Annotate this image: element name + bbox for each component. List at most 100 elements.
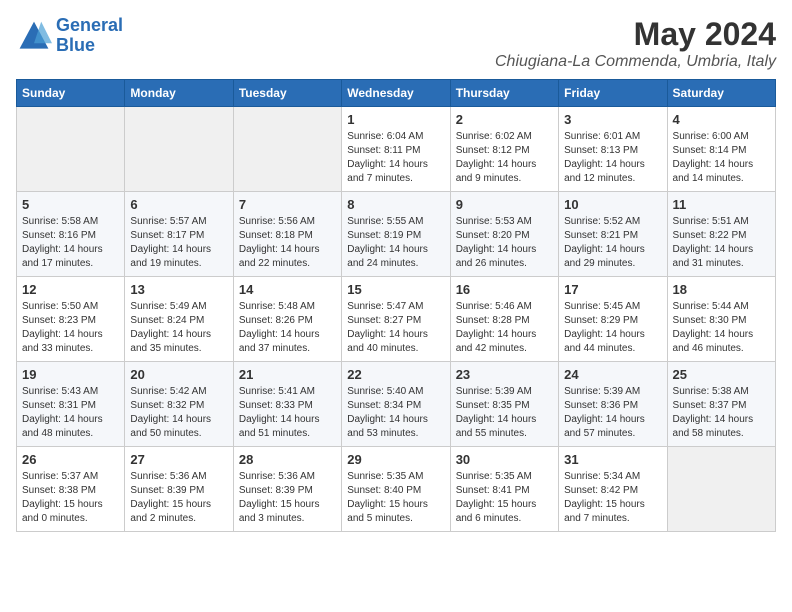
day-info: Sunrise: 5:35 AM Sunset: 8:40 PM Dayligh… <box>347 470 444 526</box>
day-number: 25 <box>673 367 770 382</box>
day-cell: 15 Sunrise: 5:47 AM Sunset: 8:27 PM Dayl… <box>342 277 450 362</box>
day-cell: 1 Sunrise: 6:04 AM Sunset: 8:11 PM Dayli… <box>342 107 450 192</box>
day-info: Sunrise: 5:49 AM Sunset: 8:24 PM Dayligh… <box>130 300 227 356</box>
day-number: 7 <box>239 197 336 212</box>
day-info: Sunrise: 5:48 AM Sunset: 8:26 PM Dayligh… <box>239 300 336 356</box>
logo: General Blue <box>16 16 123 56</box>
day-cell: 5 Sunrise: 5:58 AM Sunset: 8:16 PM Dayli… <box>17 192 125 277</box>
day-number: 18 <box>673 282 770 297</box>
day-info: Sunrise: 5:37 AM Sunset: 8:38 PM Dayligh… <box>22 470 119 526</box>
day-cell: 6 Sunrise: 5:57 AM Sunset: 8:17 PM Dayli… <box>125 192 233 277</box>
day-info: Sunrise: 5:57 AM Sunset: 8:17 PM Dayligh… <box>130 215 227 271</box>
day-cell: 11 Sunrise: 5:51 AM Sunset: 8:22 PM Dayl… <box>667 192 775 277</box>
day-number: 22 <box>347 367 444 382</box>
day-cell: 26 Sunrise: 5:37 AM Sunset: 8:38 PM Dayl… <box>17 447 125 532</box>
day-info: Sunrise: 5:34 AM Sunset: 8:42 PM Dayligh… <box>564 470 661 526</box>
day-number: 29 <box>347 452 444 467</box>
day-cell: 17 Sunrise: 5:45 AM Sunset: 8:29 PM Dayl… <box>559 277 667 362</box>
logo-line2: Blue <box>56 35 95 55</box>
day-number: 30 <box>456 452 553 467</box>
day-number: 12 <box>22 282 119 297</box>
day-info: Sunrise: 5:42 AM Sunset: 8:32 PM Dayligh… <box>130 385 227 441</box>
day-info: Sunrise: 5:55 AM Sunset: 8:19 PM Dayligh… <box>347 215 444 271</box>
day-cell: 25 Sunrise: 5:38 AM Sunset: 8:37 PM Dayl… <box>667 362 775 447</box>
header-cell-saturday: Saturday <box>667 80 775 107</box>
header-cell-sunday: Sunday <box>17 80 125 107</box>
month-title: May 2024 <box>495 16 776 53</box>
day-cell: 22 Sunrise: 5:40 AM Sunset: 8:34 PM Dayl… <box>342 362 450 447</box>
day-cell: 16 Sunrise: 5:46 AM Sunset: 8:28 PM Dayl… <box>450 277 558 362</box>
header-cell-wednesday: Wednesday <box>342 80 450 107</box>
day-cell <box>125 107 233 192</box>
calendar-body: 1 Sunrise: 6:04 AM Sunset: 8:11 PM Dayli… <box>17 107 776 532</box>
day-info: Sunrise: 5:40 AM Sunset: 8:34 PM Dayligh… <box>347 385 444 441</box>
day-info: Sunrise: 5:56 AM Sunset: 8:18 PM Dayligh… <box>239 215 336 271</box>
day-cell: 2 Sunrise: 6:02 AM Sunset: 8:12 PM Dayli… <box>450 107 558 192</box>
day-number: 23 <box>456 367 553 382</box>
day-info: Sunrise: 5:53 AM Sunset: 8:20 PM Dayligh… <box>456 215 553 271</box>
day-cell <box>667 447 775 532</box>
day-number: 3 <box>564 112 661 127</box>
day-info: Sunrise: 5:52 AM Sunset: 8:21 PM Dayligh… <box>564 215 661 271</box>
day-cell: 14 Sunrise: 5:48 AM Sunset: 8:26 PM Dayl… <box>233 277 341 362</box>
day-cell: 12 Sunrise: 5:50 AM Sunset: 8:23 PM Dayl… <box>17 277 125 362</box>
day-cell <box>233 107 341 192</box>
day-number: 10 <box>564 197 661 212</box>
day-info: Sunrise: 6:02 AM Sunset: 8:12 PM Dayligh… <box>456 130 553 186</box>
day-info: Sunrise: 6:01 AM Sunset: 8:13 PM Dayligh… <box>564 130 661 186</box>
day-number: 24 <box>564 367 661 382</box>
day-cell: 30 Sunrise: 5:35 AM Sunset: 8:41 PM Dayl… <box>450 447 558 532</box>
day-cell: 24 Sunrise: 5:39 AM Sunset: 8:36 PM Dayl… <box>559 362 667 447</box>
header-cell-friday: Friday <box>559 80 667 107</box>
week-row-2: 5 Sunrise: 5:58 AM Sunset: 8:16 PM Dayli… <box>17 192 776 277</box>
day-cell: 7 Sunrise: 5:56 AM Sunset: 8:18 PM Dayli… <box>233 192 341 277</box>
day-cell: 21 Sunrise: 5:41 AM Sunset: 8:33 PM Dayl… <box>233 362 341 447</box>
day-info: Sunrise: 5:45 AM Sunset: 8:29 PM Dayligh… <box>564 300 661 356</box>
day-number: 9 <box>456 197 553 212</box>
day-cell: 4 Sunrise: 6:00 AM Sunset: 8:14 PM Dayli… <box>667 107 775 192</box>
day-number: 8 <box>347 197 444 212</box>
header-cell-tuesday: Tuesday <box>233 80 341 107</box>
day-cell: 3 Sunrise: 6:01 AM Sunset: 8:13 PM Dayli… <box>559 107 667 192</box>
day-info: Sunrise: 5:43 AM Sunset: 8:31 PM Dayligh… <box>22 385 119 441</box>
day-cell <box>17 107 125 192</box>
calendar-table: SundayMondayTuesdayWednesdayThursdayFrid… <box>16 79 776 532</box>
week-row-4: 19 Sunrise: 5:43 AM Sunset: 8:31 PM Dayl… <box>17 362 776 447</box>
day-cell: 10 Sunrise: 5:52 AM Sunset: 8:21 PM Dayl… <box>559 192 667 277</box>
logo-icon <box>16 18 52 54</box>
day-cell: 13 Sunrise: 5:49 AM Sunset: 8:24 PM Dayl… <box>125 277 233 362</box>
day-number: 17 <box>564 282 661 297</box>
day-cell: 31 Sunrise: 5:34 AM Sunset: 8:42 PM Dayl… <box>559 447 667 532</box>
day-number: 21 <box>239 367 336 382</box>
day-cell: 29 Sunrise: 5:35 AM Sunset: 8:40 PM Dayl… <box>342 447 450 532</box>
day-number: 11 <box>673 197 770 212</box>
day-number: 20 <box>130 367 227 382</box>
week-row-3: 12 Sunrise: 5:50 AM Sunset: 8:23 PM Dayl… <box>17 277 776 362</box>
day-info: Sunrise: 5:50 AM Sunset: 8:23 PM Dayligh… <box>22 300 119 356</box>
day-number: 2 <box>456 112 553 127</box>
header-cell-thursday: Thursday <box>450 80 558 107</box>
day-info: Sunrise: 5:41 AM Sunset: 8:33 PM Dayligh… <box>239 385 336 441</box>
header-row: SundayMondayTuesdayWednesdayThursdayFrid… <box>17 80 776 107</box>
header-cell-monday: Monday <box>125 80 233 107</box>
day-cell: 28 Sunrise: 5:36 AM Sunset: 8:39 PM Dayl… <box>233 447 341 532</box>
title-block: May 2024 Chiugiana-La Commenda, Umbria, … <box>495 16 776 71</box>
day-cell: 19 Sunrise: 5:43 AM Sunset: 8:31 PM Dayl… <box>17 362 125 447</box>
day-number: 5 <box>22 197 119 212</box>
day-number: 16 <box>456 282 553 297</box>
day-cell: 8 Sunrise: 5:55 AM Sunset: 8:19 PM Dayli… <box>342 192 450 277</box>
day-number: 28 <box>239 452 336 467</box>
day-cell: 27 Sunrise: 5:36 AM Sunset: 8:39 PM Dayl… <box>125 447 233 532</box>
day-info: Sunrise: 5:47 AM Sunset: 8:27 PM Dayligh… <box>347 300 444 356</box>
logo-line1: General <box>56 15 123 35</box>
day-info: Sunrise: 5:46 AM Sunset: 8:28 PM Dayligh… <box>456 300 553 356</box>
day-cell: 9 Sunrise: 5:53 AM Sunset: 8:20 PM Dayli… <box>450 192 558 277</box>
day-number: 14 <box>239 282 336 297</box>
location-subtitle: Chiugiana-La Commenda, Umbria, Italy <box>495 53 776 71</box>
day-info: Sunrise: 5:36 AM Sunset: 8:39 PM Dayligh… <box>130 470 227 526</box>
day-number: 4 <box>673 112 770 127</box>
day-info: Sunrise: 6:04 AM Sunset: 8:11 PM Dayligh… <box>347 130 444 186</box>
calendar-header: SundayMondayTuesdayWednesdayThursdayFrid… <box>17 80 776 107</box>
logo-text: General Blue <box>56 16 123 56</box>
day-info: Sunrise: 5:44 AM Sunset: 8:30 PM Dayligh… <box>673 300 770 356</box>
